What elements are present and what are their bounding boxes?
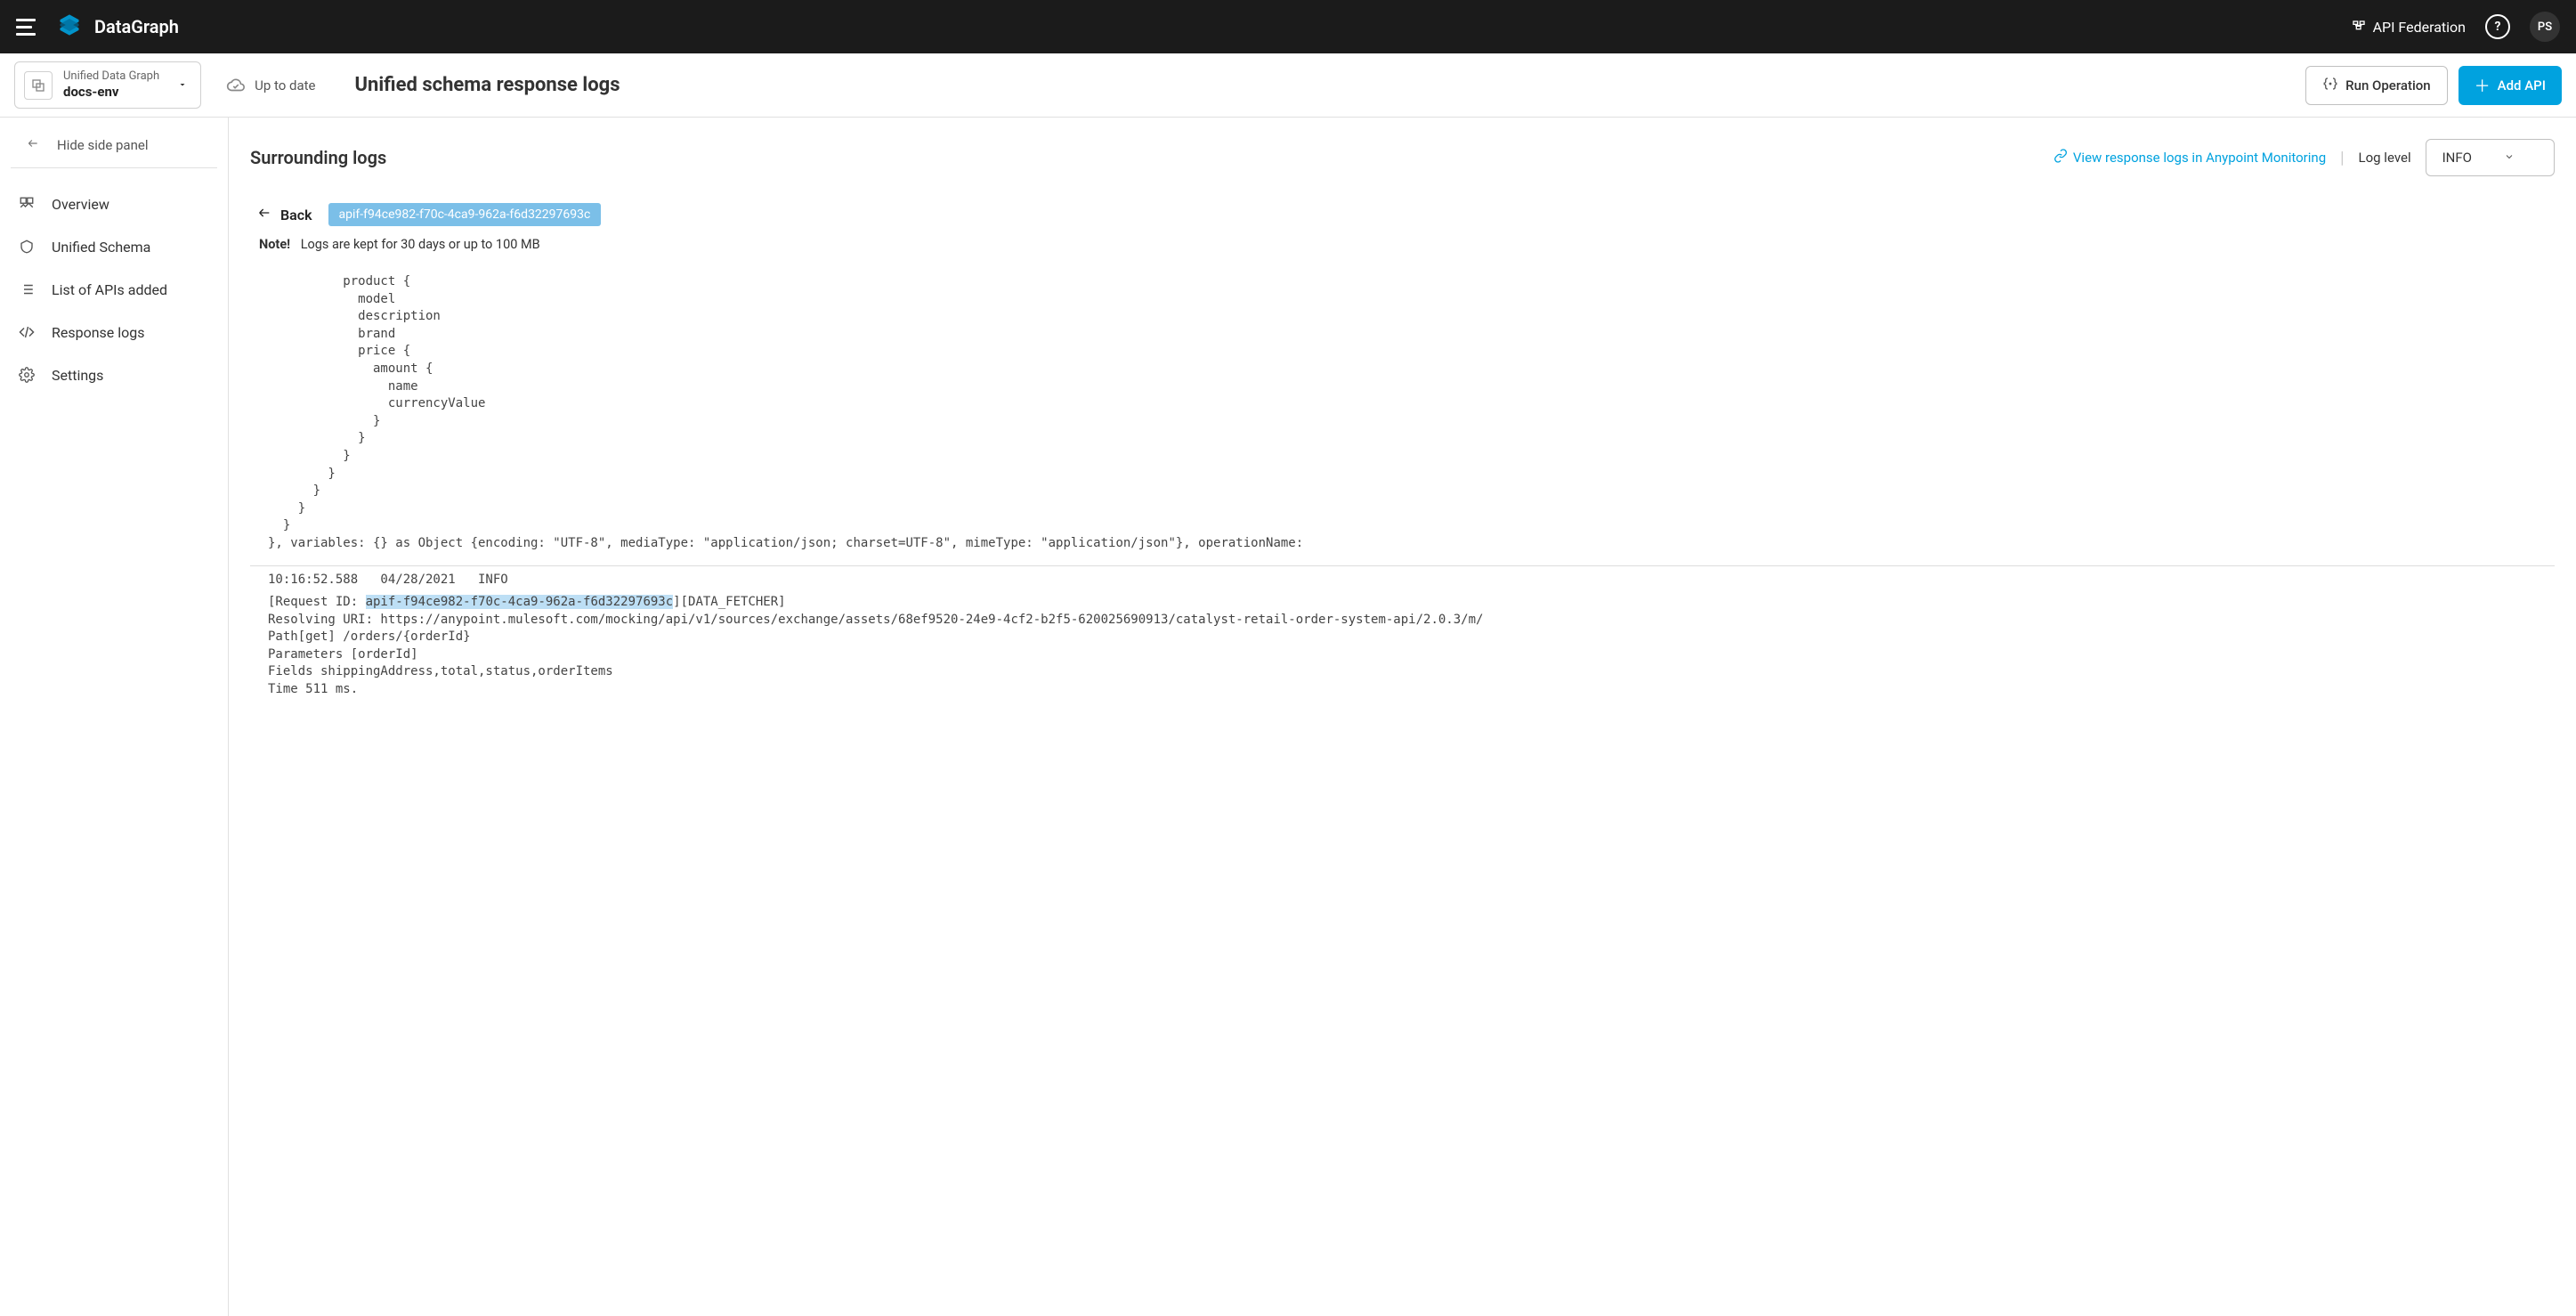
hide-side-panel[interactable]: Hide side panel: [11, 125, 217, 168]
sidebar-item-label: Unified Schema: [52, 239, 150, 256]
sidebar-item-label: Response logs: [52, 324, 145, 341]
surrounding-logs-title: Surrounding logs: [250, 147, 386, 168]
sidebar-item-label: Settings: [52, 367, 103, 384]
braces-icon: [2322, 76, 2338, 95]
brand-name: DataGraph: [94, 16, 179, 37]
user-avatar[interactable]: PS: [2530, 12, 2560, 42]
brand: DataGraph: [57, 12, 179, 41]
request-id-tag: apif-f94ce982-f70c-4ca9-962a-f6d32297693…: [328, 203, 602, 226]
menu-icon[interactable]: [16, 19, 36, 36]
environment-selector[interactable]: Unified Data Graph docs-env: [14, 61, 201, 109]
sidebar-item-label: List of APIs added: [52, 281, 167, 298]
monitoring-link-text: View response logs in Anypoint Monitorin…: [2073, 150, 2326, 166]
log-block-1: product { model description brand price …: [250, 268, 2555, 566]
back-button[interactable]: Back: [255, 206, 312, 223]
sync-status: Up to date: [226, 76, 315, 95]
help-button[interactable]: ?: [2485, 14, 2510, 39]
log-body: Resolving URI: https://anypoint.mulesoft…: [268, 613, 1483, 696]
log-block-2: 10:16:52.588 04/28/2021 INFO [Request ID:…: [250, 566, 2555, 711]
back-label: Back: [280, 207, 312, 223]
federation-label: API Federation: [2373, 19, 2466, 36]
overview-icon: [18, 195, 36, 213]
req-suffix: ][DATA_FETCHER]: [673, 595, 785, 609]
env-icon: [24, 71, 53, 100]
cloud-check-icon: [226, 76, 246, 95]
arrow-left-icon: [255, 206, 273, 223]
note-bold: Note!: [259, 237, 290, 252]
link-icon: [2054, 149, 2068, 167]
divider: |: [2340, 149, 2344, 167]
chevron-down-icon: [177, 77, 188, 93]
sidebar-item-list-apis[interactable]: List of APIs added: [0, 268, 228, 311]
code-icon: [18, 323, 36, 341]
chevron-down-icon: [2504, 150, 2515, 166]
sidebar-item-unified-schema[interactable]: Unified Schema: [0, 225, 228, 268]
plus-icon: ＋: [2475, 74, 2491, 97]
note-text: Logs are kept for 30 days or up to 100 M…: [301, 237, 540, 252]
list-icon: [18, 280, 36, 298]
note-row: Note! Logs are kept for 30 days or up to…: [259, 237, 2555, 252]
loglevel-label: Log level: [2359, 150, 2411, 166]
monitoring-link[interactable]: View response logs in Anypoint Monitorin…: [2054, 149, 2326, 167]
add-label: Add API: [2498, 77, 2546, 93]
brand-logo-icon: [57, 12, 82, 41]
loglevel-select[interactable]: INFO: [2426, 139, 2555, 176]
req-prefix: [Request ID:: [268, 595, 366, 609]
gear-icon: [18, 366, 36, 384]
status-text: Up to date: [255, 77, 315, 93]
sidebar-item-settings[interactable]: Settings: [0, 353, 228, 396]
sidebar-item-label: Overview: [52, 196, 109, 213]
highlighted-request-id: apif-f94ce982-f70c-4ca9-962a-f6d32297693…: [366, 595, 674, 609]
log-meta: 10:16:52.588 04/28/2021 INFO: [268, 572, 2537, 589]
run-operation-button[interactable]: Run Operation: [2305, 66, 2447, 105]
env-name: docs-env: [63, 84, 159, 101]
api-federation-link[interactable]: API Federation: [2352, 18, 2466, 36]
sidebar-item-overview[interactable]: Overview: [0, 183, 228, 225]
loglevel-value: INFO: [2442, 150, 2472, 166]
env-label: Unified Data Graph: [63, 69, 159, 84]
hide-label: Hide side panel: [57, 137, 148, 153]
arrow-left-icon: [25, 137, 41, 153]
federation-icon: [2352, 18, 2366, 36]
add-api-button[interactable]: ＋ Add API: [2459, 66, 2562, 105]
run-label: Run Operation: [2345, 77, 2430, 93]
page-title: Unified schema response logs: [355, 74, 620, 96]
schema-icon: [18, 238, 36, 256]
sidebar-item-response-logs[interactable]: Response logs: [0, 311, 228, 353]
